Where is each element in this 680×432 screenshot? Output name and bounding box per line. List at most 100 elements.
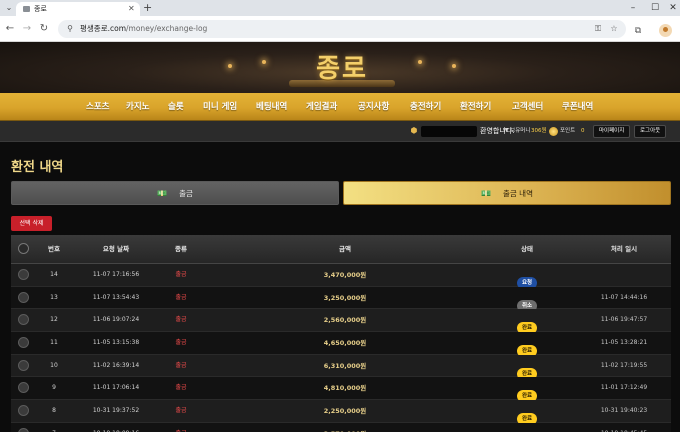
row-request-date: 11-01 17:06:14 [92, 384, 140, 392]
row-checkbox[interactable] [18, 337, 29, 349]
address-url: 평생종로.com/money/exchange-log [80, 23, 207, 35]
tab-close-icon[interactable]: ✕ [128, 3, 135, 15]
row-amount: 6,310,000원 [323, 361, 367, 370]
reload-icon[interactable]: ↻ [36, 21, 52, 37]
site-favicon-icon [23, 6, 30, 12]
row-amount: 2,560,000원 [323, 316, 367, 325]
window-close-icon[interactable]: ✕ [664, 1, 680, 15]
row-checkbox[interactable] [18, 427, 29, 432]
nav-game-results[interactable]: 게임결과 [306, 93, 337, 121]
row-processed-at: 11-01 17:12:49 [600, 384, 648, 392]
site-banner: 종로 [0, 42, 680, 93]
tab-withdraw-history[interactable]: 💵 출금 내역 [343, 181, 671, 205]
point-coin-icon [549, 127, 558, 136]
cash-icon: 💵 [481, 189, 491, 198]
logout-button[interactable]: 로그아웃 [634, 125, 667, 138]
table-header: 번호 요청 날짜 종류 금액 상태 처리 일시 [11, 235, 671, 264]
row-type: 출금 [175, 316, 187, 324]
row-checkbox[interactable] [18, 314, 29, 326]
row-checkbox[interactable] [18, 405, 29, 417]
window-maximize-icon[interactable]: ☐ [646, 1, 664, 15]
row-checkbox[interactable] [18, 291, 29, 303]
user-level-badge-icon: ⬢ [410, 126, 418, 135]
nav-casino[interactable]: 카지노 [126, 93, 149, 121]
row-processed-at: 11-05 13:28:21 [600, 339, 648, 347]
row-request-date: 11-06 19:07:24 [92, 316, 140, 324]
new-tab-plus-icon[interactable]: + [143, 0, 152, 15]
url-host: 평생종로.com [80, 24, 127, 33]
row-status-wrap: 완료 [507, 332, 547, 358]
row-request-date: 11-07 13:54:43 [92, 293, 140, 301]
col-type: 종류 [175, 245, 187, 253]
row-amount: 4,810,000원 [323, 384, 367, 393]
nav-notice[interactable]: 공지사항 [358, 93, 389, 121]
row-type: 출금 [161, 423, 201, 432]
lantern-light [262, 60, 266, 64]
row-status-wrap: 요청 [507, 264, 547, 289]
row-checkbox[interactable] [18, 269, 29, 280]
nav-betting-history[interactable]: 베팅내역 [256, 93, 287, 121]
point-label: 포인트 [560, 128, 576, 134]
row-status-wrap: 완료 [507, 377, 547, 403]
row-request-date: 10-19 18:09:16 [86, 423, 146, 432]
main-nav: 스포츠 카지노 슬롯 미니 게임 베팅내역 게임결과 공지사항 충전하기 환전하… [0, 93, 680, 121]
select-all-checkbox[interactable] [18, 243, 29, 254]
row-number: 12 [50, 316, 58, 324]
row-type: 출금 [175, 271, 187, 278]
row-amount: 3,250,000원 [323, 293, 367, 302]
bookmark-star-icon[interactable]: ☆ [608, 23, 620, 35]
row-amount: 3,570,000원 [305, 423, 385, 432]
site-info-icon[interactable]: ⚲ [64, 23, 76, 35]
row-checkbox[interactable] [18, 359, 29, 371]
nav-mini-game[interactable]: 미니 게임 [203, 93, 237, 121]
profile-avatar-icon[interactable] [659, 24, 672, 37]
table-body: 14 11-07 17:16:56 출금 3,470,000원 요청 13 11-07 13… [11, 264, 671, 432]
row-status-wrap: 완료 [507, 423, 547, 432]
nav-deposit[interactable]: 충전하기 [410, 93, 441, 121]
username-redacted [421, 126, 477, 137]
col-number: 번호 [48, 245, 60, 253]
nav-withdraw[interactable]: 환전하기 [460, 93, 491, 121]
row-checkbox[interactable] [18, 382, 29, 394]
table-row: 11 11-05 13:15:38 출금 4,650,000원 완료 11-05 13:2… [11, 332, 671, 358]
main-content: 환전 내역 💵 출금 💵 출금 내역 선택 삭제 번호 요청 날짜 종류 금액 상태… [0, 142, 680, 432]
row-number: 10 [50, 361, 58, 369]
row-type: 출금 [175, 339, 187, 347]
row-status-wrap: 완료 [507, 355, 547, 380]
site-logo[interactable]: 종로 [283, 44, 401, 92]
nav-coupon-history[interactable]: 쿠폰내역 [562, 93, 593, 121]
col-processed-at: 처리 일시 [610, 245, 638, 253]
address-bar[interactable]: ⚲ 평생종로.com/money/exchange-log ⚿ ☆ [58, 20, 626, 38]
row-status-wrap: 완료 [507, 309, 547, 335]
row-type: 출금 [175, 361, 187, 369]
back-arrow-icon[interactable]: ← [2, 21, 18, 37]
browser-tab[interactable]: 종로 ✕ [16, 2, 140, 16]
row-type: 출금 [175, 384, 187, 392]
user-info-bar: ⬢ 환영합니다. ₩ 보유머니 306원 포인트 0 마이페이지 로그아웃 [0, 121, 680, 142]
tab-withdraw-history-label: 출금 내역 [502, 189, 533, 198]
tab-search-chevron-icon[interactable]: ⌄ [4, 3, 14, 13]
row-processed-at: 11-07 14:44:16 [600, 293, 648, 301]
tab-withdraw-request[interactable]: 💵 출금 [11, 181, 339, 205]
nav-customer-center[interactable]: 고객센터 [512, 93, 543, 121]
holding-money-value: 306원 [531, 128, 547, 134]
nav-slot[interactable]: 슬롯 [168, 93, 184, 121]
row-request-date: 11-07 17:16:56 [92, 271, 140, 278]
lantern-light [228, 64, 232, 68]
table-row: 12 11-06 19:07:24 출금 2,560,000원 완료 11-06 19:4… [11, 309, 671, 335]
password-key-icon[interactable]: ⚿ [592, 23, 604, 35]
window-minimize-icon[interactable]: – [624, 1, 642, 15]
row-request-date: 10-31 19:37:52 [92, 407, 140, 415]
browser-toolbar: ← → ↻ ⚲ 평생종로.com/money/exchange-log ⚿ ☆ … [0, 16, 680, 42]
forward-arrow-icon[interactable]: → [19, 21, 35, 37]
row-type: 출금 [175, 407, 187, 415]
exchange-log-table: 번호 요청 날짜 종류 금액 상태 처리 일시 14 11-07 17:16:56… [11, 235, 671, 432]
extensions-puzzle-icon[interactable]: ⧉ [632, 25, 644, 37]
nav-sports[interactable]: 스포츠 [86, 93, 109, 121]
mypage-button[interactable]: 마이페이지 [593, 125, 631, 138]
row-number: 9 [52, 384, 56, 392]
delete-selected-button[interactable]: 선택 삭제 [11, 216, 52, 231]
row-request-date: 11-05 13:15:38 [92, 339, 140, 347]
row-number: 8 [52, 407, 56, 415]
row-processed-at: 11-06 19:47:57 [600, 316, 648, 324]
